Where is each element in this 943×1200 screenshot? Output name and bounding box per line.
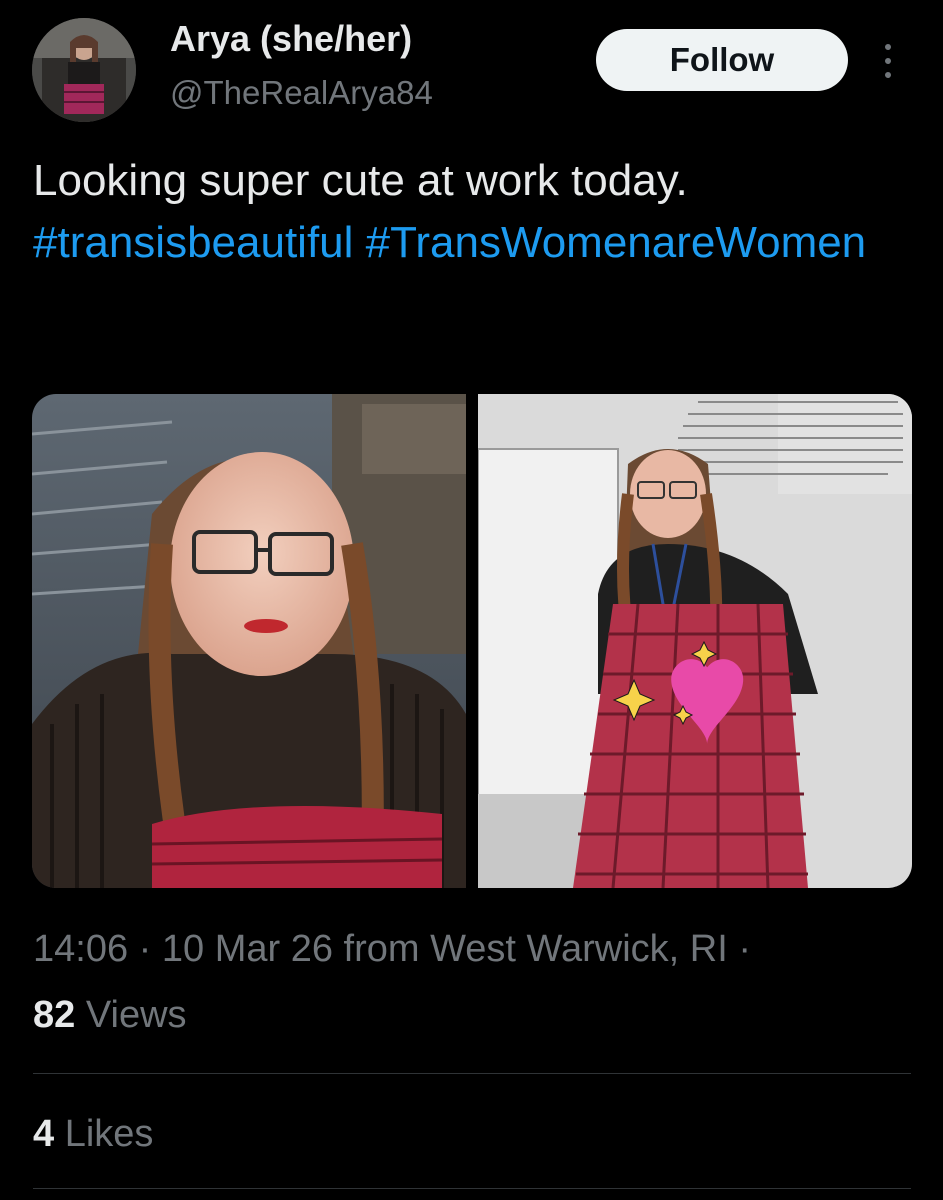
tweet-timestamp[interactable]: 14:06 · 10 Mar 26 from West Warwick, RI … <box>33 928 751 971</box>
hashtag-link[interactable]: #TransWomenareWomen <box>366 218 867 267</box>
user-handle[interactable]: @TheRealArya84 <box>170 74 433 112</box>
avatar[interactable] <box>32 18 136 122</box>
work-photo <box>478 394 912 888</box>
divider <box>33 1188 911 1189</box>
views-count: 82 <box>33 994 76 1036</box>
divider <box>33 1073 911 1074</box>
separator: · <box>738 928 751 970</box>
views-stat: 82 Views <box>33 994 187 1037</box>
tweet-time: 14:06 <box>33 928 129 970</box>
likes-stat[interactable]: 4 Likes <box>33 1113 153 1156</box>
tweet-text-body: Looking super cute at work today. <box>33 156 688 205</box>
tweet-photo-right[interactable] <box>478 394 912 888</box>
views-label: Views <box>85 994 187 1036</box>
display-name[interactable]: Arya (she/her) <box>170 18 412 60</box>
tweet-photo-left[interactable] <box>32 394 466 888</box>
dot <box>885 72 891 78</box>
tweet-location: from West Warwick, RI <box>343 928 728 970</box>
tweet-date: 10 Mar 26 <box>161 928 333 970</box>
media-grid <box>32 394 912 888</box>
selfie-photo <box>32 394 466 888</box>
dot <box>885 44 891 50</box>
follow-button[interactable]: Follow <box>596 29 848 91</box>
likes-count: 4 <box>33 1113 55 1155</box>
dot <box>885 58 891 64</box>
more-vertical-icon[interactable] <box>872 38 904 84</box>
separator: · <box>138 928 152 970</box>
hashtag-link[interactable]: #transisbeautiful <box>33 218 353 267</box>
likes-label: Likes <box>64 1113 154 1155</box>
tweet-text: Looking super cute at work today. #trans… <box>33 150 893 274</box>
avatar-photo <box>32 18 136 122</box>
